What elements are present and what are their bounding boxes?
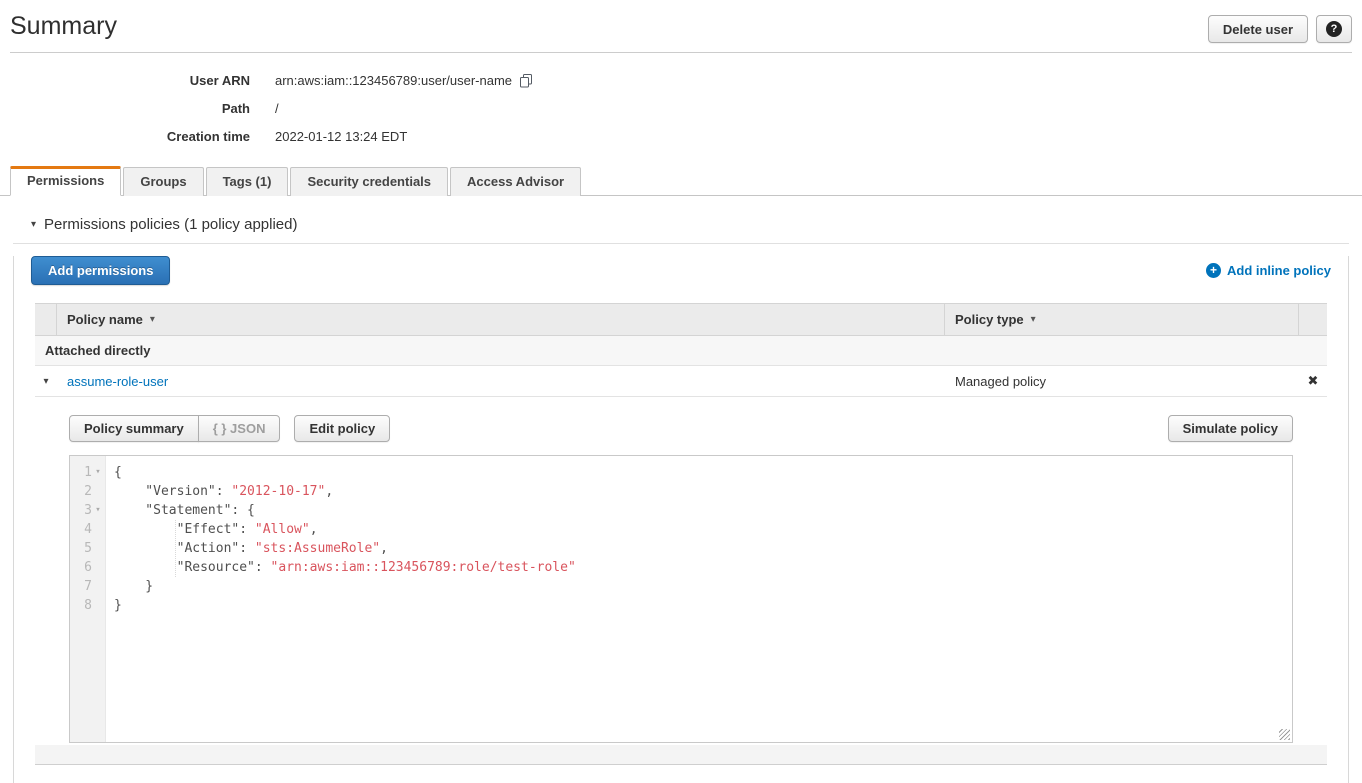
permissions-policies-heading-label: Permissions policies (1 policy applied) [44, 216, 297, 233]
fold-caret-icon[interactable]: ▾ [92, 463, 104, 482]
json-button[interactable]: { } JSON [198, 415, 281, 442]
code-line: 2 "Version": "2012-10-17", [70, 482, 1292, 501]
page-header: Summary Delete user ? [0, 0, 1362, 43]
code-line: 5 "Action": "sts:AssumeRole", [70, 539, 1292, 558]
expanded-row-footer [35, 745, 1327, 765]
expander-header-cell [35, 304, 57, 335]
help-icon: ? [1326, 21, 1342, 37]
code-line: 3▾ "Statement": { [70, 501, 1292, 520]
add-permissions-button[interactable]: Add permissions [31, 256, 170, 285]
code-line: 1▾ { [70, 463, 1292, 482]
help-button[interactable]: ? [1316, 15, 1352, 43]
detail-row-creation-time: Creation time 2022-01-12 13:24 EDT [0, 122, 1362, 150]
expanded-policy-detail: Policy summary { } JSON Edit policy Simu… [35, 397, 1327, 743]
tab-permissions[interactable]: Permissions [10, 166, 121, 196]
fold-caret-icon[interactable]: ▾ [92, 501, 104, 520]
simulate-policy-button[interactable]: Simulate policy [1168, 415, 1293, 442]
creation-time-value: 2022-01-12 13:24 EDT [275, 129, 407, 144]
sort-caret-icon: ▾ [150, 314, 155, 325]
policy-view-toolbar: Policy summary { } JSON Edit policy Simu… [69, 415, 1293, 442]
tab-security-credentials[interactable]: Security credentials [290, 167, 448, 196]
user-arn-value: arn:aws:iam::123456789:user/user-name [275, 73, 512, 88]
path-value: / [275, 101, 279, 116]
tab-access-advisor[interactable]: Access Advisor [450, 167, 581, 196]
delete-user-button[interactable]: Delete user [1208, 15, 1308, 43]
edit-policy-button[interactable]: Edit policy [294, 415, 390, 442]
policy-view-toggle-group: Policy summary { } JSON [69, 415, 280, 442]
tab-bar: Permissions Groups Tags (1) Security cre… [0, 166, 1362, 196]
json-policy-editor[interactable]: 1▾ { 2 "Version": "2012-10-17", 3▾ "Stat… [69, 455, 1293, 743]
header-actions: Delete user ? [1208, 15, 1352, 43]
policy-table-header: Policy name ▾ Policy type ▾ [35, 304, 1327, 336]
permissions-tab-panel: Add permissions + Add inline policy Poli… [13, 256, 1349, 783]
sort-caret-icon: ▾ [1031, 314, 1036, 325]
policy-name-link[interactable]: assume-role-user [67, 374, 168, 389]
table-row-policy: ▾ assume-role-user Managed policy ✖ [35, 366, 1327, 397]
code-line: 8 } [70, 596, 1292, 615]
detail-label: User ARN [0, 73, 250, 88]
policy-table: Policy name ▾ Policy type ▾ Attached dir… [35, 303, 1327, 765]
permissions-policies-heading[interactable]: ▾ Permissions policies (1 policy applied… [13, 212, 1349, 244]
code-line: 4 "Effect": "Allow", [70, 520, 1292, 539]
copy-icon[interactable] [519, 73, 533, 88]
add-inline-policy-link[interactable]: + Add inline policy [1206, 263, 1331, 278]
tab-groups[interactable]: Groups [123, 167, 203, 196]
policy-summary-button[interactable]: Policy summary [69, 415, 199, 442]
policy-toolbar: Add permissions + Add inline policy [31, 256, 1331, 285]
tab-tags[interactable]: Tags (1) [206, 167, 289, 196]
code-line: 6 "Resource": "arn:aws:iam::123456789:ro… [70, 558, 1292, 577]
policy-type-value: Managed policy [945, 374, 1299, 389]
user-details: User ARN arn:aws:iam::123456789:user/use… [0, 66, 1362, 150]
detail-row-user-arn: User ARN arn:aws:iam::123456789:user/use… [0, 66, 1362, 94]
row-expander-caret-icon[interactable]: ▾ [35, 376, 57, 387]
remove-policy-icon[interactable]: ✖ [1299, 373, 1327, 389]
header-divider [10, 52, 1352, 53]
plus-icon: + [1206, 263, 1221, 278]
detail-label: Path [0, 101, 250, 116]
collapse-caret-icon: ▾ [31, 219, 36, 230]
editor-resize-handle[interactable] [1279, 729, 1290, 740]
detail-label: Creation time [0, 129, 250, 144]
detail-row-path: Path / [0, 94, 1362, 122]
column-header-policy-type[interactable]: Policy type ▾ [945, 304, 1299, 335]
column-header-policy-name[interactable]: Policy name ▾ [57, 304, 945, 335]
page-title: Summary [10, 12, 117, 40]
action-header-cell [1299, 304, 1327, 335]
table-group-row-attached-directly: Attached directly [35, 336, 1327, 366]
code-line: 7 } [70, 577, 1292, 596]
